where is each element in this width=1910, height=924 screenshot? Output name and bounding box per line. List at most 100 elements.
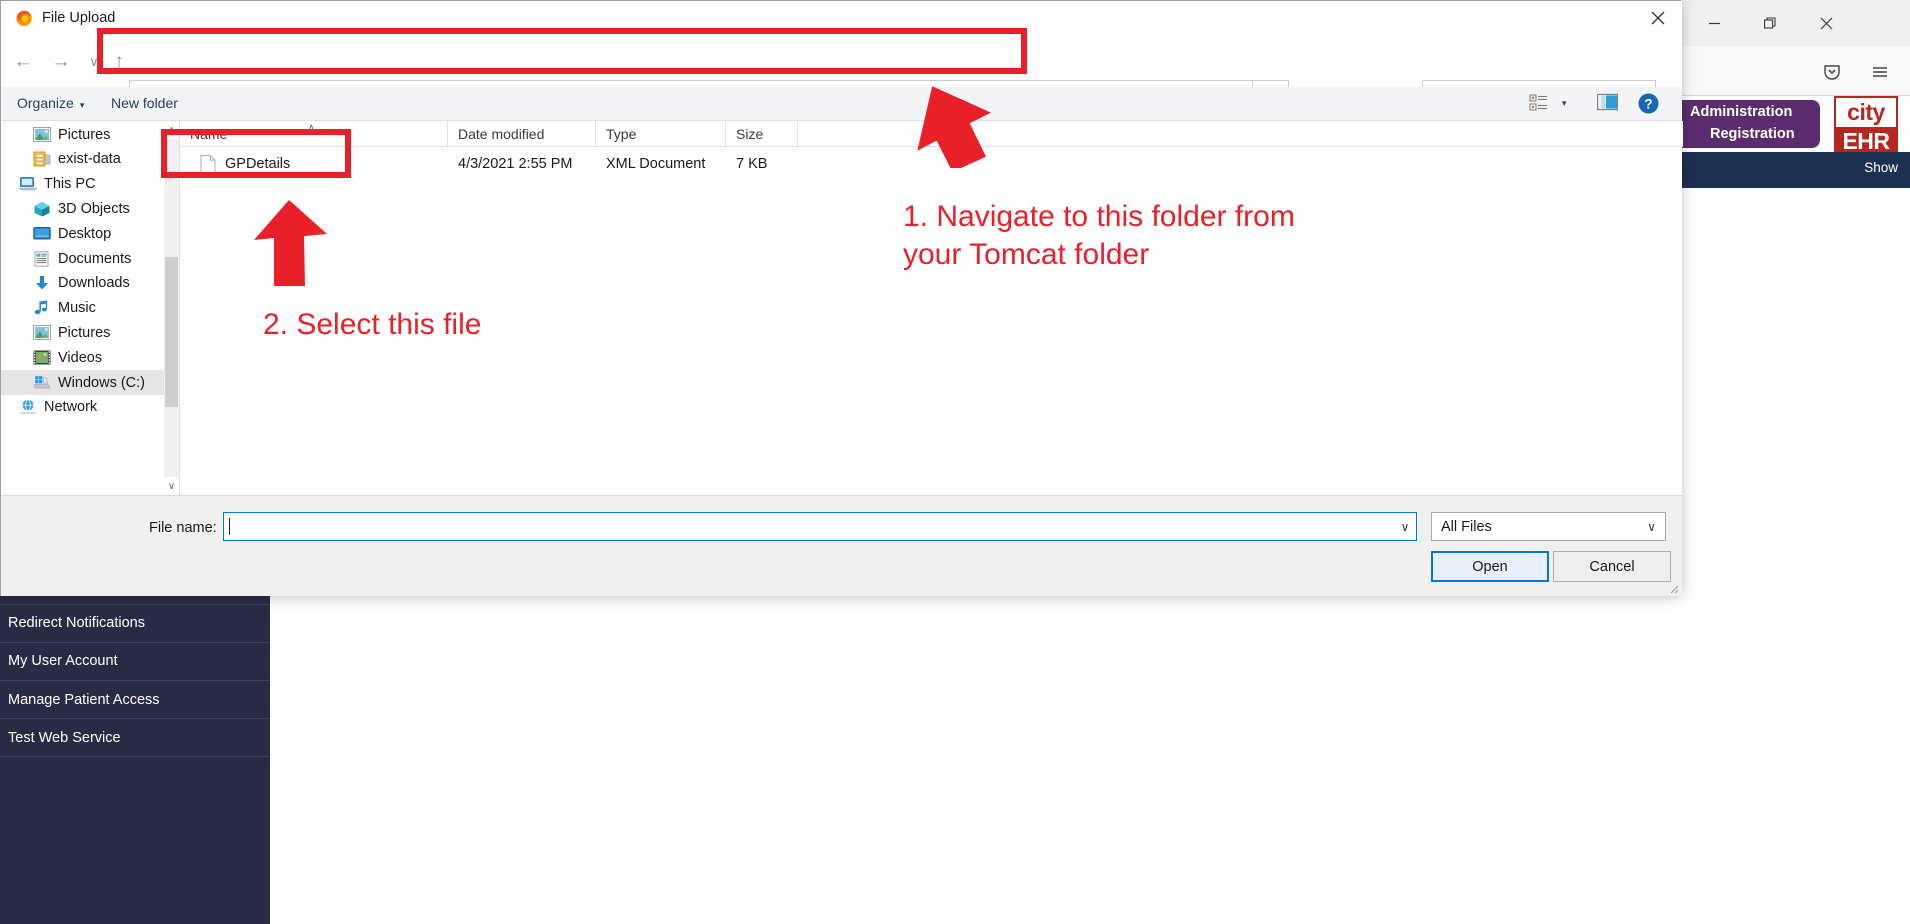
column-header-size[interactable]: Size — [726, 121, 798, 147]
view-dropdown-caret[interactable]: ▾ — [1562, 98, 1567, 109]
nav-registration[interactable]: Registration — [1710, 126, 1795, 142]
recent-locations-button[interactable]: ∨ — [81, 49, 107, 75]
hamburger-menu-icon[interactable] — [1866, 58, 1894, 86]
sort-ascending-icon: ∧ — [308, 122, 315, 132]
up-one-level-button[interactable]: ↑ — [106, 49, 132, 75]
tree-item-windows-c[interactable]: Windows (C:) — [1, 370, 164, 395]
xml-file-icon — [200, 154, 216, 174]
svg-text:?: ? — [1644, 96, 1652, 111]
desktop-icon — [33, 226, 51, 242]
navigation-tree-pane: ∧ ∨ Pictures exist-data This PC 3D Objects D… — [1, 121, 179, 495]
dialog-command-bar: Organize ▾ New folder ▾ ? — [1, 87, 1682, 121]
this-pc-icon — [18, 176, 38, 192]
file-name-label: File name: — [149, 520, 217, 536]
app-body — [1658, 188, 1910, 924]
organize-label: Organize — [17, 95, 74, 111]
close-icon[interactable] — [1798, 0, 1854, 46]
pictures-icon — [33, 126, 51, 143]
app-menu-item-my-user-account[interactable]: My User Account — [0, 643, 270, 681]
tree-item-documents[interactable]: Documents — [1, 246, 164, 271]
file-name-dropdown-icon[interactable]: ∨ — [1394, 513, 1416, 540]
column-header-label: Name — [190, 126, 228, 142]
annotation-step-2: 2. Select this file — [263, 308, 482, 341]
tree-item-label: exist-data — [58, 151, 121, 168]
column-header-label: Size — [736, 126, 764, 142]
tree-item-desktop[interactable]: Desktop — [1, 221, 164, 246]
cancel-button[interactable]: Cancel — [1553, 551, 1671, 582]
app-darkbar: Show — [1658, 152, 1910, 188]
restore-icon[interactable] — [1742, 0, 1798, 46]
downloads-icon — [33, 275, 51, 291]
app-menu-item-label: Redirect Notifications — [8, 615, 145, 632]
annotation-step-1: 1. Navigate to this folder from your Tom… — [903, 200, 1295, 272]
cell-name: GPDetails — [225, 156, 291, 172]
tree-scroll-down-button[interactable]: ∨ — [164, 477, 179, 495]
dialog-close-icon[interactable] — [1634, 1, 1682, 35]
app-menu-item-manage-patient-access[interactable]: Manage Patient Access — [0, 681, 270, 720]
app-menu-item-test-web-service[interactable]: Test Web Service — [0, 719, 270, 758]
text-caret — [229, 518, 230, 535]
show-link[interactable]: Show — [1864, 160, 1898, 175]
tree-item-pictures[interactable]: Pictures — [1, 320, 164, 345]
file-name-input[interactable]: ∨ — [223, 512, 1417, 541]
pictures-icon — [33, 324, 51, 341]
nav-administration[interactable]: Administration — [1690, 104, 1792, 120]
resize-grip[interactable] — [1667, 581, 1679, 594]
tree-item-3d-objects[interactable]: 3D Objects — [1, 196, 164, 221]
organize-button[interactable]: Organize ▾ — [17, 95, 84, 111]
column-header-type[interactable]: Type — [596, 121, 726, 147]
browser-toolbar — [1658, 46, 1910, 96]
tree-item-this-pc[interactable]: This PC — [1, 172, 164, 197]
tree-item-videos[interactable]: Videos — [1, 345, 164, 370]
back-button[interactable]: ← — [10, 49, 36, 75]
cell-size: 7 KB — [736, 156, 768, 172]
tree-item-label: Desktop — [58, 225, 112, 242]
annotation-arrow-2 — [254, 200, 327, 286]
annotation-arrow-1 — [917, 86, 991, 168]
file-type-select[interactable]: All Files ∨ — [1431, 512, 1666, 541]
view-layout-icon[interactable] — [1529, 93, 1548, 112]
forward-button[interactable]: → — [48, 49, 74, 75]
tree-item-downloads[interactable]: Downloads — [1, 271, 164, 296]
open-button[interactable]: Open — [1431, 551, 1549, 582]
chevron-down-icon: ▾ — [79, 100, 85, 110]
column-header-date-modified[interactable]: Date modified — [448, 121, 596, 147]
dialog-title: File Upload — [42, 10, 116, 26]
tree-item-label: Windows (C:) — [58, 374, 146, 391]
tree-item-exist-data[interactable]: exist-data — [1, 147, 164, 172]
cell-type: XML Document — [606, 156, 706, 172]
pocket-icon[interactable] — [1818, 58, 1846, 86]
dialog-footer: File name: ∨ All Files ∨ Open Cancel — [1, 495, 1682, 596]
drive-icon — [33, 375, 51, 391]
tree-item-label: Documents — [58, 250, 132, 267]
tree-item-pictures[interactable]: Pictures — [1, 122, 164, 147]
preview-pane-icon[interactable] — [1597, 93, 1618, 111]
videos-icon — [33, 350, 51, 366]
tree-item-label: Network — [44, 399, 98, 416]
new-folder-button[interactable]: New folder — [111, 95, 178, 111]
logo-city-text: city — [1836, 98, 1896, 127]
3d-objects-icon — [33, 201, 51, 217]
app-menu-item-redirect-notifications[interactable]: Redirect Notifications — [0, 605, 270, 643]
app-menu-item-label: Manage Patient Access — [8, 691, 160, 708]
minimize-icon[interactable] — [1686, 0, 1742, 46]
file-type-caret-icon: ∨ — [1647, 519, 1656, 534]
dialog-navigation-row: ← → ∨ ↑ « webapps›cityehr›WEB-INF›resour… — [1, 35, 1682, 111]
file-upload-dialog: File Upload ← → ∨ ↑ « — [0, 0, 1683, 596]
documents-icon — [33, 250, 51, 267]
music-icon — [33, 300, 51, 316]
tree-item-music[interactable]: Music — [1, 296, 164, 321]
help-icon[interactable]: ? — [1638, 93, 1659, 114]
network-icon — [19, 399, 37, 415]
tree-item-label: This PC — [44, 176, 96, 193]
tree-item-network[interactable]: Network — [1, 395, 164, 420]
file-type-value: All Files — [1441, 518, 1492, 535]
tree-item-label: Pictures — [58, 324, 111, 341]
tree-scroll-up-button[interactable]: ∧ — [164, 121, 179, 139]
tree-item-label: 3D Objects — [58, 200, 130, 217]
column-header-label: Date modified — [458, 126, 545, 142]
browser-titlebar — [1658, 0, 1910, 46]
dialog-main-area: ∧ ∨ Pictures exist-data This PC 3D Objects D… — [1, 121, 1683, 495]
app-menu-item-label: My User Account — [8, 653, 118, 670]
tree-scrollbar-thumb[interactable] — [165, 257, 178, 407]
